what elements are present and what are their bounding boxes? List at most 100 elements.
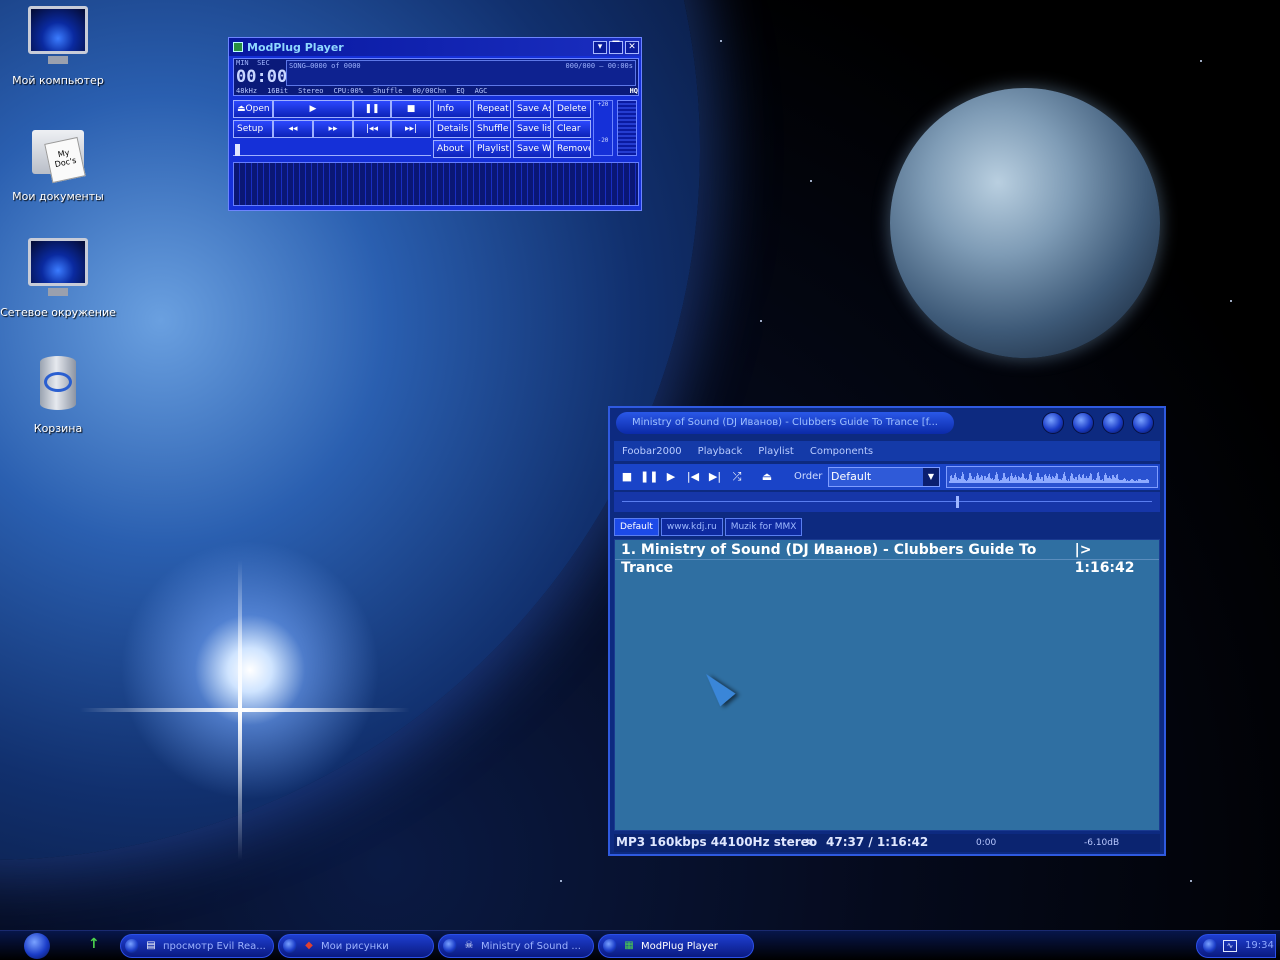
pictures-folder-icon: ◆ xyxy=(305,940,313,951)
status-gain: -6.10dB xyxy=(1084,838,1120,848)
list-item[interactable]: 1. Ministry of Sound (DJ Иванов) - Clubb… xyxy=(615,540,1159,576)
menu-playback[interactable]: Playback xyxy=(698,446,743,457)
my-computer-icon xyxy=(26,4,90,68)
shuffle-indicator: Shuffle xyxy=(372,87,403,95)
close-button[interactable]: ✕ xyxy=(625,40,639,54)
pause-button[interactable]: ❚❚ xyxy=(353,100,391,118)
modplug-title: ModPlug Player xyxy=(247,40,344,54)
waveform-bar xyxy=(1148,480,1149,483)
tray-orb-icon[interactable] xyxy=(1203,939,1217,953)
task-button-foobar[interactable]: ☠ Ministry of Sound ... xyxy=(438,934,594,958)
order-value: Default xyxy=(831,470,872,483)
bit-depth: 16Bit xyxy=(267,87,289,95)
viewer-icon: ▤ xyxy=(146,940,156,951)
task-button-viewer[interactable]: ▤ просмотр Evil Rea... xyxy=(120,934,274,958)
seek-knob[interactable] xyxy=(235,144,240,156)
next-button[interactable]: ▸▸| xyxy=(391,120,431,138)
chevron-down-icon[interactable]: ▼ xyxy=(923,468,939,486)
taskbar: ↑ ▤ просмотр Evil Rea... ◆ Мои рисунки ☠… xyxy=(0,930,1280,960)
play-button[interactable]: ▶ xyxy=(662,468,680,486)
order-label: Order xyxy=(794,471,823,482)
playlist-view[interactable]: 1. Ministry of Sound (DJ Иванов) - Clubb… xyxy=(614,539,1160,831)
time-value: 00:00 xyxy=(236,67,288,87)
maximize-button[interactable]: ▔ xyxy=(609,40,623,54)
fast-forward-button[interactable]: ▸▸ xyxy=(313,120,353,138)
play-button[interactable]: ▶ xyxy=(273,100,353,118)
clock[interactable]: 19:34 xyxy=(1245,940,1274,951)
shuffle-button[interactable]: Shuffle xyxy=(473,120,511,138)
desktop-icon-network-places[interactable]: Сетевое окружение xyxy=(0,236,116,319)
time-display: MIN SEC 00:00 xyxy=(236,59,287,86)
previous-button[interactable]: |◀ xyxy=(684,468,702,486)
tab-kdj[interactable]: www.kdj.ru xyxy=(660,518,723,536)
sample-rate: 48kHz xyxy=(236,87,258,95)
close-orb-icon[interactable] xyxy=(1132,412,1154,434)
eq-indicator: EQ xyxy=(456,87,465,95)
open-button[interactable]: ⏏Open xyxy=(233,100,273,118)
rewind-button[interactable]: ◂◂ xyxy=(273,120,313,138)
desktop-icon-label: Корзина xyxy=(33,422,83,435)
star xyxy=(560,880,562,882)
random-button[interactable]: ⤮ xyxy=(728,468,746,486)
save-wav-button[interactable]: Save Wav xyxy=(513,140,551,158)
task-label: Мои рисунки xyxy=(321,940,389,952)
seek-bar[interactable] xyxy=(614,492,1160,512)
status-progress: 47:37 / 1:16:42 xyxy=(826,835,929,849)
setup-button[interactable]: Setup xyxy=(233,120,273,138)
minimize-button[interactable]: ▾ xyxy=(593,40,607,54)
stop-button[interactable]: ■ xyxy=(391,100,431,118)
stop-button[interactable]: ■ xyxy=(618,468,636,486)
modplug-seek-bar[interactable] xyxy=(233,142,431,156)
menu-playlist[interactable]: Playlist xyxy=(758,446,794,457)
save-list-button[interactable]: Save list xyxy=(513,120,551,138)
foobar-titlebar[interactable]: Ministry of Sound (DJ Иванов) - Clubbers… xyxy=(616,412,954,434)
repeat-button[interactable]: Repeat xyxy=(473,100,511,118)
minimize-orb-icon[interactable] xyxy=(1042,412,1064,434)
sun-flare-vertical xyxy=(238,560,242,860)
up-arrow-icon[interactable]: ↑ xyxy=(88,936,100,952)
menu-components[interactable]: Components xyxy=(810,446,873,457)
previous-button[interactable]: |◂◂ xyxy=(353,120,391,138)
task-button-pictures[interactable]: ◆ Мои рисунки xyxy=(278,934,434,958)
desktop-icon-my-computer[interactable]: Мой компьютер xyxy=(0,4,116,87)
song-counter: 000/000 xyxy=(565,62,596,70)
tab-default[interactable]: Default xyxy=(614,518,659,536)
track-title: 1. Ministry of Sound (DJ Иванов) - Clubb… xyxy=(621,542,1037,576)
orb-icon xyxy=(603,939,617,953)
open-button[interactable]: ⏏ xyxy=(758,468,776,486)
pause-button[interactable]: ❚❚ xyxy=(640,468,658,486)
task-label: просмотр Evil Rea... xyxy=(163,940,266,952)
spectrum-analyzer xyxy=(233,162,639,206)
desktop-icon-my-documents[interactable]: My Doc's Мои документы xyxy=(0,120,116,203)
volume-slider[interactable]: +20 -20 xyxy=(593,100,613,156)
star xyxy=(1190,880,1192,882)
network-monitor-icon[interactable]: ∿ xyxy=(1223,940,1237,952)
status-format: MP3 160kbps 44100Hz stereo xyxy=(616,835,818,849)
modplug-titlebar[interactable]: ModPlug Player ▾ ▔ ✕ xyxy=(229,38,641,56)
start-button[interactable] xyxy=(24,933,50,959)
seek-track xyxy=(622,501,1152,502)
task-button-modplug[interactable]: ▦ ModPlug Player xyxy=(598,934,754,958)
menu-foobar2000[interactable]: Foobar2000 xyxy=(622,446,682,457)
info-button[interactable]: Info xyxy=(433,100,471,118)
order-select[interactable]: Default ▼ xyxy=(828,467,940,487)
tab-muzik-for-mmx[interactable]: Muzik for MMX xyxy=(724,518,803,536)
desktop-icon-recycle-bin[interactable]: Корзина xyxy=(0,352,116,435)
status-bar: MP3 160kbps 44100Hz stereo ¤ 47:37 / 1:1… xyxy=(614,834,1160,852)
shade-orb-icon[interactable] xyxy=(1102,412,1124,434)
seek-knob[interactable] xyxy=(955,496,959,508)
remove-button[interactable]: Remove xyxy=(553,140,591,158)
star xyxy=(720,40,722,42)
modplug-icon: ▦ xyxy=(624,940,634,951)
clear-button[interactable]: Clear xyxy=(553,120,591,138)
sun-flare-horizontal xyxy=(80,708,410,712)
playlist-button[interactable]: Playlist xyxy=(473,140,511,158)
delete-button[interactable]: Delete xyxy=(553,100,591,118)
desktop-icon-label: Сетевое окружение xyxy=(0,306,116,319)
volume-min-label: -20 xyxy=(597,137,609,144)
next-button[interactable]: ▶| xyxy=(706,468,724,486)
save-as-button[interactable]: Save As xyxy=(513,100,551,118)
details-button[interactable]: Details xyxy=(433,120,471,138)
maximize-orb-icon[interactable] xyxy=(1072,412,1094,434)
about-button[interactable]: About xyxy=(433,140,471,158)
